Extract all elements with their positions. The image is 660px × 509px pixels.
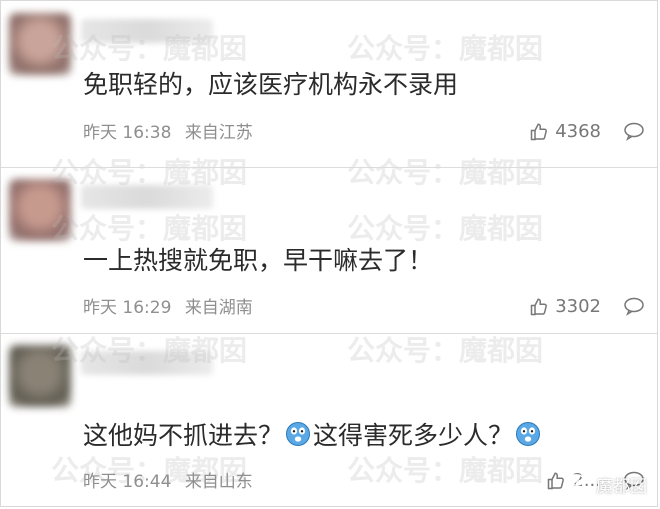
avatar[interactable] [9, 179, 71, 241]
like-count: 3302 [555, 296, 601, 317]
comment-location: 来自湖南 [184, 298, 253, 318]
like-button[interactable]: 4368 [529, 121, 601, 143]
thumbs-up-icon [529, 122, 549, 142]
shocked-emoji-icon [515, 421, 541, 447]
corner-mark-text: 魔都囡 [596, 477, 647, 497]
username-blurred[interactable] [81, 19, 213, 43]
comment-location: 来自江苏 [184, 123, 253, 143]
avatar[interactable] [9, 345, 71, 407]
username-blurred[interactable] [81, 185, 213, 209]
username-blurred[interactable] [81, 351, 213, 375]
corner-watermark: 魔都囡 [568, 472, 647, 497]
comment-location: 来自山东 [184, 472, 253, 492]
shocked-emoji-icon [285, 421, 311, 447]
comment-text-part: 这他妈不抓进去？ [83, 421, 284, 450]
comment-list: 免职轻的，应该医疗机构永不录用 昨天 16:38 来自江苏 4368 一上热搜就… [0, 0, 658, 507]
avatar[interactable] [9, 13, 71, 75]
divider [1, 333, 657, 334]
comment-time: 昨天 16:29 [83, 298, 172, 318]
divider [1, 167, 657, 168]
comment-item: 这他妈不抓进去？ 这得害死多少人？ 昨天 16:44 来自山东 2... 魔都囡 [1, 333, 659, 508]
comment-item: 免职轻的，应该医疗机构永不录用 昨天 16:38 来自江苏 4368 [1, 1, 659, 167]
speech-bubble-icon [623, 121, 645, 141]
comment-item: 一上热搜就免职，早干嘛去了！ 昨天 16:29 来自湖南 3302 [1, 167, 659, 333]
speech-bubble-icon [623, 296, 645, 316]
like-button[interactable]: 3302 [529, 296, 601, 318]
thumbs-up-icon [546, 471, 566, 491]
thumbs-up-icon [529, 297, 549, 317]
comment-text: 免职轻的，应该医疗机构永不录用 [83, 70, 459, 99]
comment-text-part: 这得害死多少人？ [313, 421, 514, 450]
reply-button[interactable] [623, 296, 645, 316]
comment-time: 昨天 16:44 [83, 472, 172, 492]
comment-meta: 昨天 16:44 来自山东 [83, 471, 253, 493]
comment-meta: 昨天 16:29 来自湖南 [83, 297, 253, 319]
like-count: 4368 [555, 121, 601, 142]
comment-text: 这他妈不抓进去？ 这得害死多少人？ [83, 420, 543, 452]
wechat-logo-icon [568, 473, 590, 496]
comment-time: 昨天 16:38 [83, 123, 172, 143]
comment-text: 一上热搜就免职，早干嘛去了！ [83, 246, 434, 275]
comment-meta: 昨天 16:38 来自江苏 [83, 122, 253, 144]
reply-button[interactable] [623, 121, 645, 141]
